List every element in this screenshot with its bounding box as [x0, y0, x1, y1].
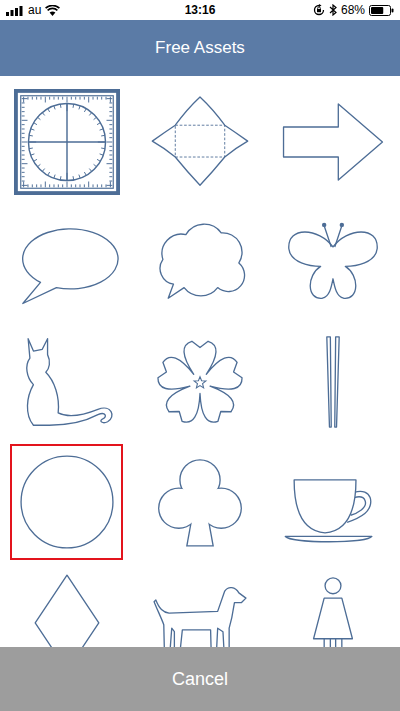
asset-cell[interactable]: [133, 82, 266, 202]
asset-frame[interactable]: [143, 204, 256, 320]
clock: 13:16: [185, 3, 216, 17]
battery-reading: 68%: [341, 3, 365, 17]
speech-bubble-icon: [14, 209, 120, 315]
cancel-button[interactable]: Cancel: [0, 647, 400, 711]
chopsticks-icon: [280, 329, 386, 435]
asset-cell[interactable]: [267, 442, 400, 562]
protractor-icon: [14, 89, 120, 195]
circle-icon: [14, 449, 120, 555]
status-bar: au 13:16 68%: [0, 0, 400, 20]
carrier-label: au: [28, 3, 41, 17]
asset-frame[interactable]: [143, 84, 256, 200]
asset-cell[interactable]: [267, 202, 400, 322]
asset-cell[interactable]: [0, 562, 133, 647]
butterfly-icon: [280, 209, 386, 315]
diamond-icon: [14, 569, 120, 647]
bluetooth-icon: [329, 4, 337, 16]
asset-cell[interactable]: [0, 202, 133, 322]
asset-frame[interactable]: [10, 84, 123, 200]
asset-frame[interactable]: [143, 324, 256, 440]
asset-frame[interactable]: [143, 564, 256, 647]
arrow-icon: [280, 89, 386, 195]
cup-icon: [280, 449, 386, 555]
asset-frame[interactable]: [10, 204, 123, 320]
asset-frame[interactable]: [143, 444, 256, 560]
asset-cell[interactable]: [133, 322, 266, 442]
cloud-bubble-icon: [147, 209, 253, 315]
nav-title: Free Assets: [155, 38, 245, 58]
dog-icon: [147, 569, 253, 647]
asset-cell[interactable]: [133, 442, 266, 562]
asset-frame[interactable]: [10, 444, 123, 560]
asset-cell[interactable]: [267, 562, 400, 647]
woman-icon: [280, 569, 386, 647]
asset-frame[interactable]: [277, 564, 390, 647]
rotation-lock-icon: [313, 4, 325, 16]
asset-grid: [0, 76, 400, 647]
asset-cell[interactable]: [133, 562, 266, 647]
asset-cell[interactable]: [0, 82, 133, 202]
battery-icon: [369, 5, 394, 16]
asset-frame[interactable]: [277, 324, 390, 440]
wifi-icon: [45, 5, 60, 16]
asset-frame[interactable]: [10, 324, 123, 440]
asset-cell[interactable]: [0, 322, 133, 442]
asset-cell[interactable]: [267, 82, 400, 202]
asset-frame[interactable]: [277, 204, 390, 320]
asset-frame[interactable]: [277, 84, 390, 200]
asset-cell[interactable]: [0, 442, 133, 562]
signal-icon: [6, 5, 24, 16]
asset-picker-screen: au 13:16 68% Free Assets Cancel: [0, 0, 400, 711]
nav-bar: Free Assets: [0, 20, 400, 76]
cat-icon: [14, 329, 120, 435]
asset-cell[interactable]: [133, 202, 266, 322]
asset-cell[interactable]: [267, 322, 400, 442]
asset-frame[interactable]: [277, 444, 390, 560]
asset-frame[interactable]: [10, 564, 123, 647]
envelope-icon: [147, 89, 253, 195]
club-icon: [147, 449, 253, 555]
sakura-icon: [147, 329, 253, 435]
